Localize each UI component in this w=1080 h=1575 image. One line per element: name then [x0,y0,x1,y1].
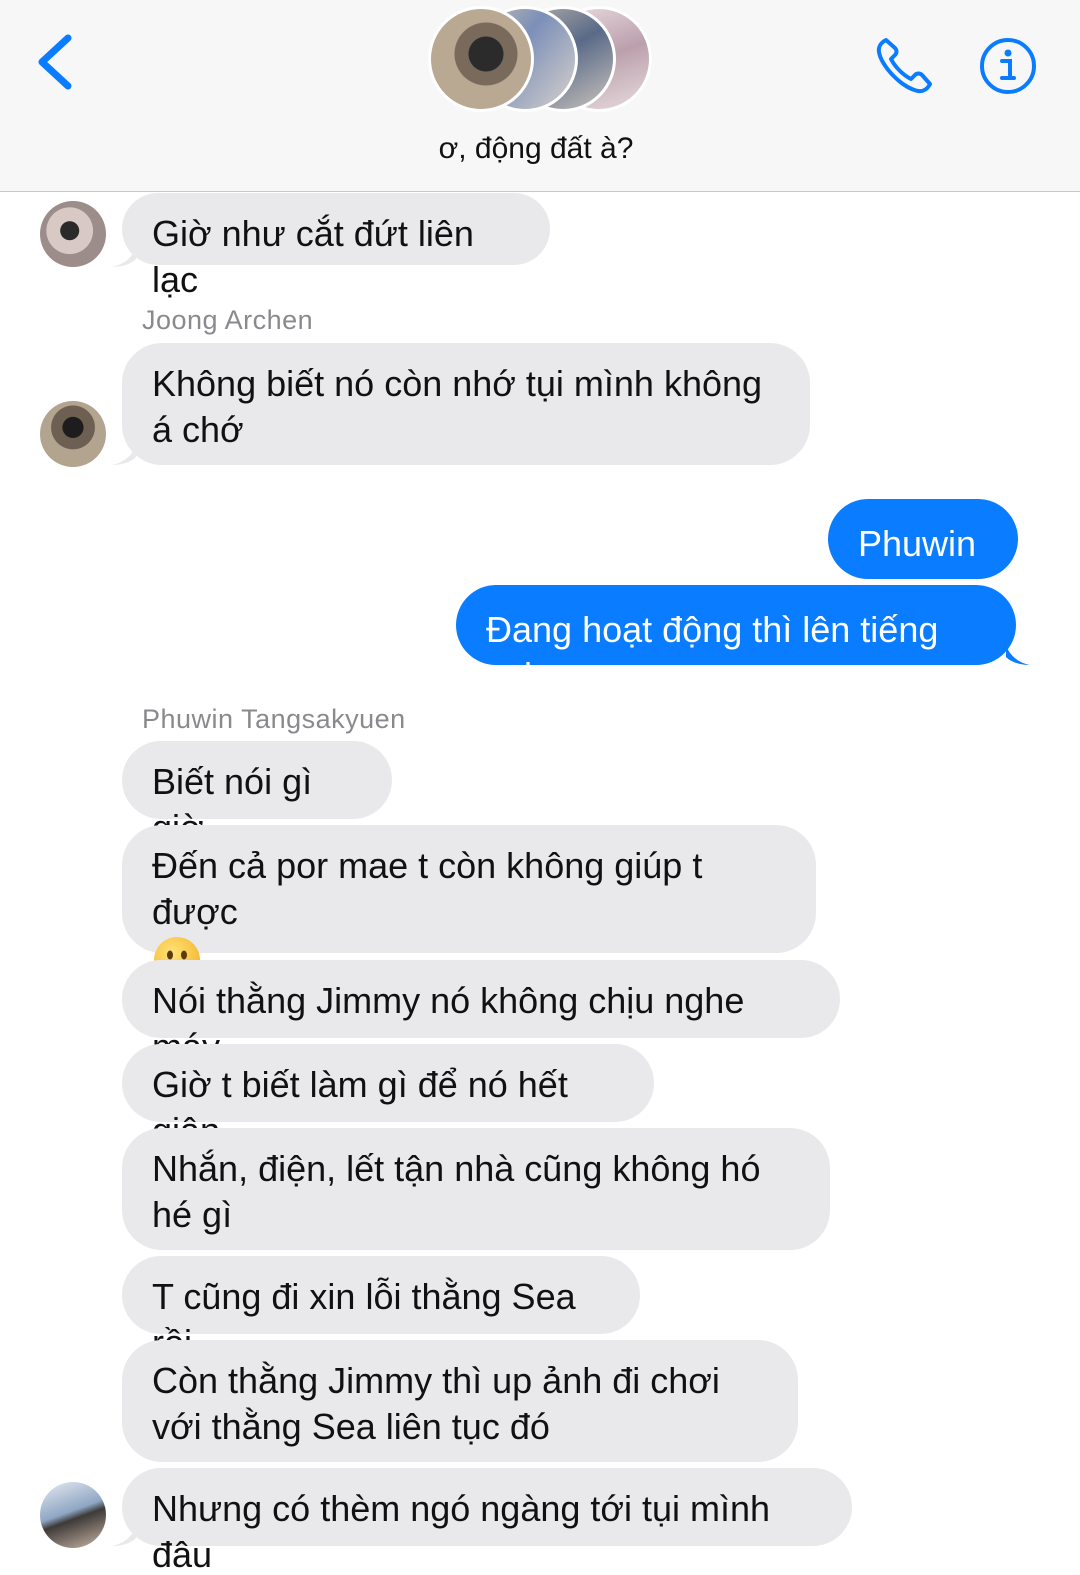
message-bubble-incoming[interactable]: Nhưng có thèm ngó ngàng tới tụi mình đâu [122,1468,852,1575]
message-bubble-incoming[interactable]: Giờ như cắt đứt liên lạc [122,193,550,300]
message-bubble-incoming[interactable]: Nói thằng Jimmy nó không chịu nghe máy [122,960,840,1067]
sender-name: Joong Archen [142,305,314,335]
message-text: Đến cả por mae t còn không giúp t được [152,845,703,932]
bubble-tail [1006,645,1030,665]
avatar[interactable] [40,201,106,267]
message-bubble-incoming[interactable]: Nhắn, điện, lết tận nhà cũng không hó hé… [122,1128,830,1250]
group-member-avatar [428,6,534,112]
message-bubble-incoming[interactable]: Không biết nó còn nhớ tụi mình không á c… [122,343,810,465]
info-icon[interactable] [978,36,1038,96]
avatar[interactable] [40,1482,106,1548]
message-bubble-incoming[interactable]: Còn thằng Jimmy thì up ảnh đi chơi với t… [122,1340,798,1462]
message-bubble-incoming[interactable]: Giờ t biết làm gì để nó hết giận [122,1044,654,1151]
chevron-left-icon[interactable] [30,30,80,94]
sender-name: Phuwin Tangsakyuen [142,704,406,734]
message-bubble-outgoing[interactable]: Phuwin [828,499,1018,579]
message-list: Giờ như cắt đứt liên lạc Joong Archen Kh… [0,193,1080,1575]
chat-header: ơ, động đất à? [0,0,1080,192]
message-bubble-incoming[interactable]: T cũng đi xin lỗi thằng Sea rồi [122,1256,640,1363]
phone-icon[interactable] [872,34,936,98]
avatar[interactable] [40,401,106,467]
message-bubble-outgoing[interactable]: Đang hoạt động thì lên tiếng coi [456,585,1016,696]
group-name[interactable]: ơ, động đất à? [0,132,1072,166]
message-bubble-incoming[interactable]: Đến cả por mae t còn không giúp t được [122,825,816,984]
group-avatar-stack[interactable] [428,6,658,114]
message-bubble-incoming[interactable]: Biết nói gì giờ [122,741,392,848]
